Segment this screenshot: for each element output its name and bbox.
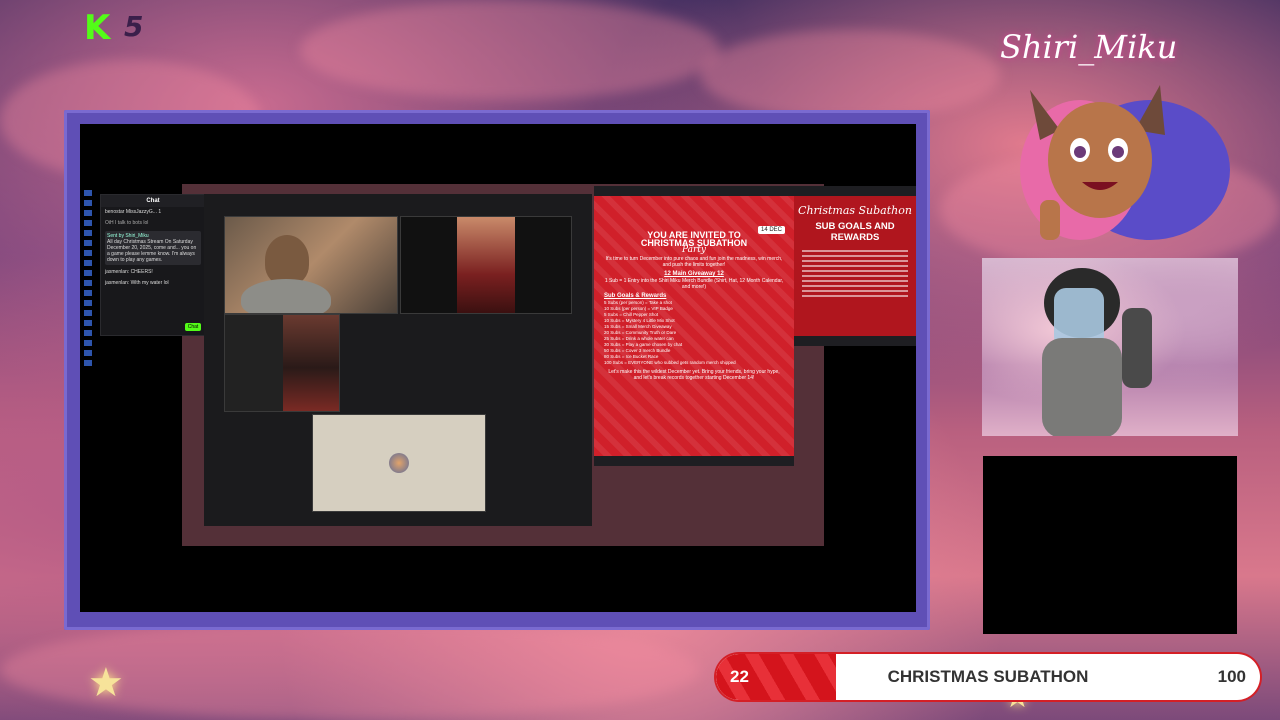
window-toolbar[interactable] bbox=[794, 336, 916, 346]
app-icon[interactable] bbox=[84, 320, 92, 326]
chat-top-row: benostar MissJazzyG... 1 bbox=[105, 209, 162, 215]
app-icon[interactable] bbox=[84, 360, 92, 366]
pinned-text: All day Christmas Stream On Saturday Dec… bbox=[107, 239, 197, 263]
app-icon[interactable] bbox=[84, 280, 92, 286]
flyer-intro: It's time to turn December into pure cha… bbox=[605, 256, 783, 268]
background-cloud bbox=[700, 30, 1000, 120]
participant-shirt bbox=[241, 279, 331, 313]
app-icon[interactable] bbox=[84, 290, 92, 296]
goals-window: Christmas Subathon SUB GOALS AND REWARDS bbox=[794, 186, 916, 346]
goals-list: 5 Subs (per person) = Take a shot 10 Sub… bbox=[604, 300, 784, 366]
chat-top-row-sub: OiH I talk to bots lol bbox=[105, 220, 149, 226]
app-icon[interactable] bbox=[84, 200, 92, 206]
window-titlebar[interactable] bbox=[794, 186, 916, 196]
app-icon[interactable] bbox=[84, 250, 92, 256]
participant-video bbox=[283, 315, 339, 411]
streamer-name: Shiri_Miku bbox=[1000, 28, 1178, 66]
app-icon[interactable] bbox=[84, 350, 92, 356]
webcam-subject bbox=[1042, 268, 1152, 436]
goals-lines bbox=[794, 243, 916, 304]
goals-script: Christmas Subathon bbox=[798, 204, 912, 217]
date-badge: 14 DEC bbox=[758, 226, 786, 234]
goals-heading: SUB GOALS AND REWARDS bbox=[815, 221, 895, 243]
app-icon[interactable] bbox=[84, 190, 92, 196]
video-call-window bbox=[204, 194, 592, 526]
app-icon[interactable] bbox=[84, 340, 92, 346]
participant-tile[interactable] bbox=[312, 414, 486, 512]
app-icon[interactable] bbox=[84, 210, 92, 216]
chat-panel: Chat benostar MissJazzyG... 1 OiH I talk… bbox=[100, 194, 206, 336]
flyer-outro: Let's make this the wildest December yet… bbox=[608, 369, 780, 381]
platform-number: 5 bbox=[124, 10, 144, 43]
chat-message: jasmenlan: With my water lol bbox=[105, 280, 169, 286]
participant-video bbox=[457, 217, 515, 313]
app-icon[interactable] bbox=[84, 260, 92, 266]
progress-target: 100 bbox=[1217, 667, 1246, 686]
vtuber-avatar bbox=[1020, 85, 1230, 240]
flyer-window: 14 DEC YOU ARE INVITED TO CHRISTMAS SUBA… bbox=[594, 186, 794, 466]
participant-tile[interactable] bbox=[400, 216, 572, 314]
app-icon[interactable] bbox=[84, 220, 92, 226]
avatar bbox=[389, 453, 409, 473]
giveaway-title: 12 Main Giveaway 12 bbox=[664, 271, 724, 277]
background-cloud bbox=[300, 0, 720, 100]
app-icon[interactable] bbox=[84, 240, 92, 246]
subathon-progress-bar: 22 CHRISTMAS SUBATHON 100 bbox=[716, 654, 1260, 700]
empty-video-slot bbox=[983, 456, 1237, 634]
platform-logo: K bbox=[84, 8, 111, 48]
goal-item: 100 Subs = EVERYONE who subbed gets rand… bbox=[604, 360, 736, 365]
app-icon[interactable] bbox=[84, 310, 92, 316]
flyer-script: Party bbox=[681, 245, 707, 255]
chat-header: Chat bbox=[101, 195, 205, 207]
participant-tile[interactable] bbox=[224, 314, 340, 412]
app-icon[interactable] bbox=[84, 300, 92, 306]
participant-tile[interactable] bbox=[224, 216, 398, 314]
webcam-feed bbox=[982, 258, 1238, 436]
app-icon[interactable] bbox=[84, 270, 92, 276]
progress-label: CHRISTMAS SUBATHON bbox=[887, 667, 1089, 686]
window-toolbar[interactable] bbox=[594, 456, 794, 466]
pinned-message: Sent by Shiri_Miku All day Christmas Str… bbox=[105, 231, 201, 265]
participant-face bbox=[265, 235, 309, 285]
chat-send-button[interactable]: Chat bbox=[185, 323, 201, 331]
desktop-icons bbox=[80, 186, 96, 396]
app-icon[interactable] bbox=[84, 230, 92, 236]
star-icon: ★ bbox=[88, 661, 124, 705]
chat-message: jasmenlan: CHEERS! bbox=[105, 269, 153, 275]
app-icon[interactable] bbox=[84, 330, 92, 336]
goals-title: Sub Goals & Rewards bbox=[604, 293, 667, 299]
flyer-content: YOU ARE INVITED TO CHRISTMAS SUBATHON Pa… bbox=[594, 196, 794, 385]
giveaway-text: 1 Sub = 1 Entry into the Shiri Miku Merc… bbox=[604, 278, 784, 290]
window-titlebar[interactable] bbox=[594, 186, 794, 196]
